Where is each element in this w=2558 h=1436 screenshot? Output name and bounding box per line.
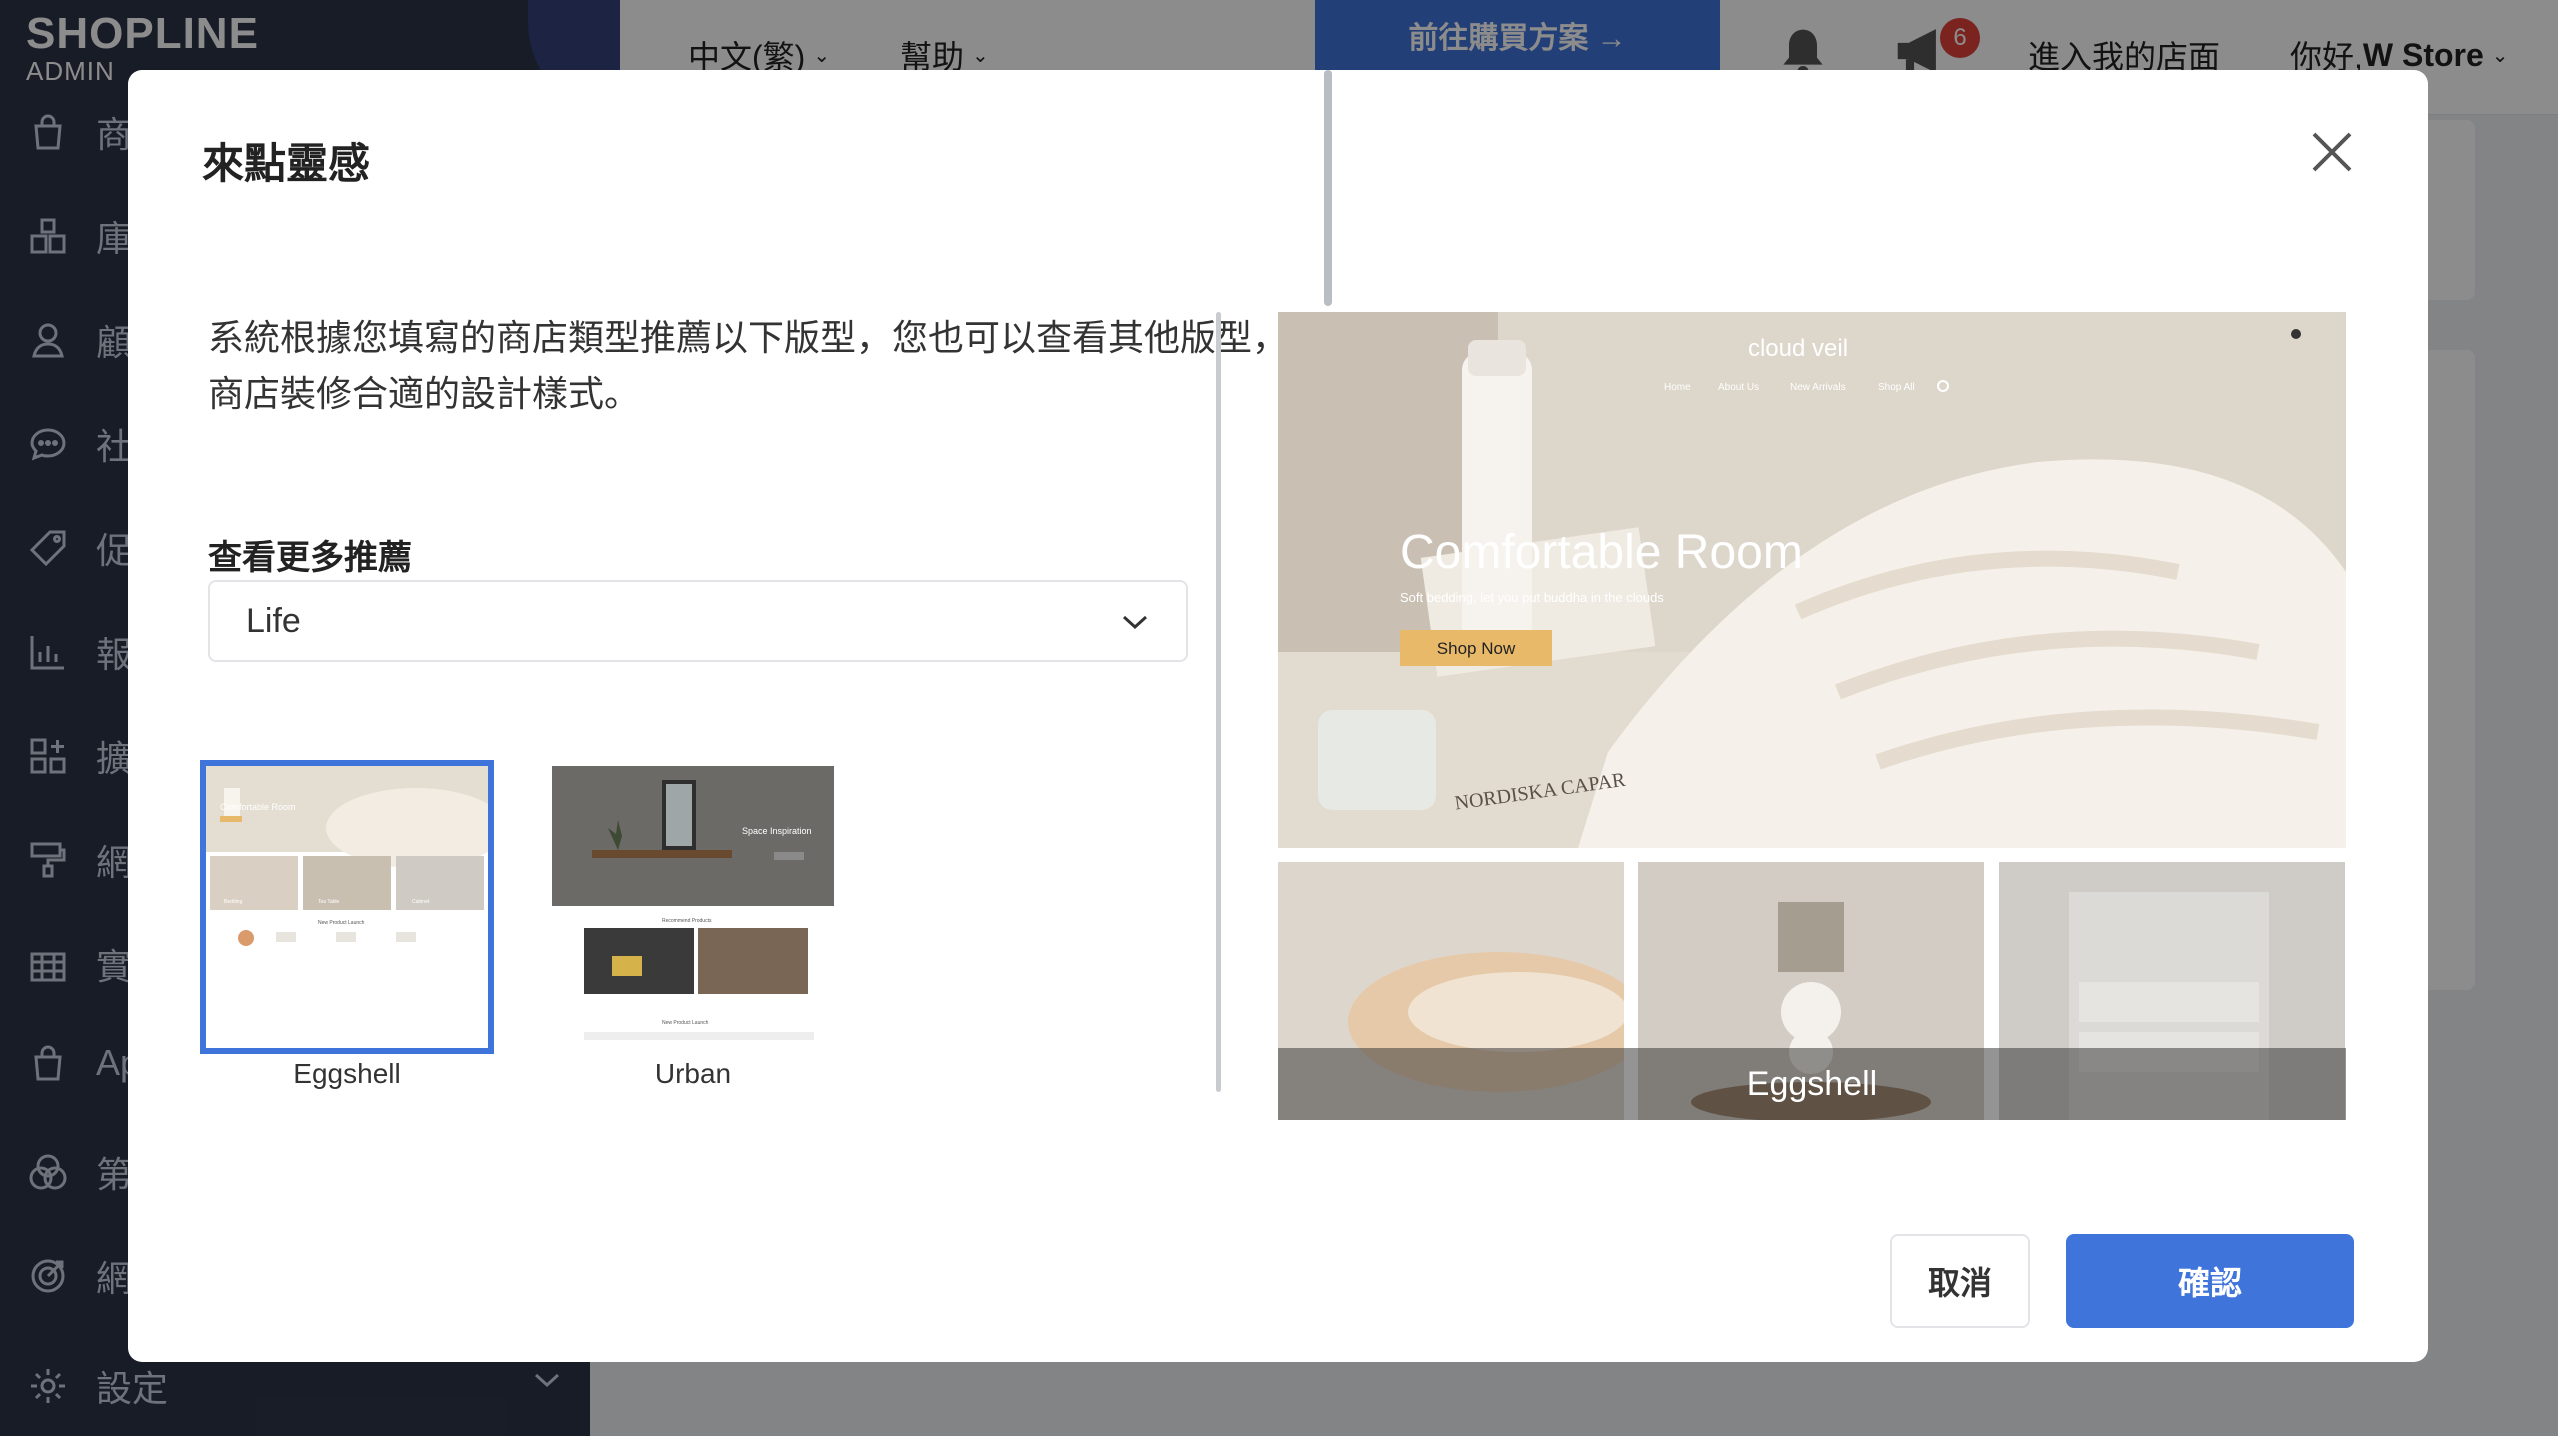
chevron-down-icon — [1122, 615, 1148, 630]
thumb-section: New Product Launch — [318, 920, 365, 926]
theme-thumbnail: Space Inspiration Recommend Products New… — [546, 760, 840, 1054]
preview-nav-item: Shop All — [1878, 382, 1915, 393]
theme-thumbnail: Comfortable Room Bedding Tea Table Cabin… — [200, 760, 494, 1054]
thumb-label: Bedding — [224, 899, 243, 905]
thumb-label: Tea Table — [318, 899, 340, 905]
thumb-label: Cabinet — [412, 899, 430, 905]
preview-nav-item: Home — [1664, 382, 1691, 393]
preview-nav-item: About Us — [1718, 382, 1759, 393]
preview-hero-image: cloud veil Home About Us New Arrivals Sh… — [1278, 312, 2346, 848]
theme-name: Urban — [654, 1058, 732, 1089]
cancel-button[interactable]: 取消 — [1890, 1234, 2030, 1328]
preview-site-name: cloud veil — [1748, 335, 1848, 362]
thumb-hero-title: Comfortable Room — [220, 802, 296, 812]
preview-caption: Eggshell — [1278, 1048, 2346, 1120]
select-value: Life — [246, 601, 301, 640]
theme-category-select[interactable]: Life — [208, 580, 1188, 662]
theme-name: Eggshell — [293, 1058, 401, 1089]
scrollbar[interactable] — [1216, 312, 1221, 1092]
close-icon[interactable] — [2308, 128, 2356, 176]
preview-shop-now: Shop Now — [1437, 639, 1516, 658]
thumb-section: New Product Launch — [662, 1020, 709, 1026]
inspiration-modal: 來點靈感 系統根據您填寫的商店類型推薦以下版型，您也可以查看其他版型，為商店裝修… — [128, 70, 2428, 1362]
modal-description: 系統根據您填寫的商店類型推薦以下版型，您也可以查看其他版型，為商店裝修合適的設計… — [208, 317, 1325, 414]
more-recommendations-label: 查看更多推薦 — [208, 539, 412, 577]
preview-hero-title: Comfortable Room — [1400, 526, 1803, 579]
preview-nav-item: New Arrivals — [1790, 382, 1846, 393]
theme-card-eggshell[interactable]: Comfortable Room Bedding Tea Table Cabin… — [200, 760, 494, 1090]
preview-hero-subtitle: Soft bedding, let you put buddha in the … — [1400, 590, 1664, 605]
modal-title: 來點靈感 — [202, 140, 371, 187]
theme-card-urban[interactable]: Space Inspiration Recommend Products New… — [546, 760, 840, 1090]
confirm-button[interactable]: 確認 — [2066, 1234, 2354, 1328]
preview-scrollbar[interactable] — [1324, 70, 1332, 306]
thumb-hero-title: Space Inspiration — [742, 826, 812, 836]
thumb-section: Recommend Products — [662, 918, 712, 924]
theme-preview: cloud veil Home About Us New Arrivals Sh… — [1278, 312, 2348, 1120]
